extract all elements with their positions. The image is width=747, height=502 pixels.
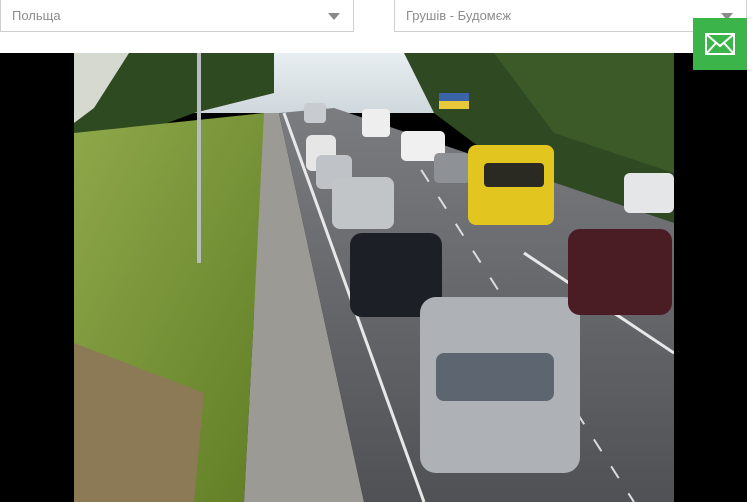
email-subscribe-button[interactable] [693,18,747,70]
chevron-down-icon [328,13,340,20]
country-select[interactable]: Польща [0,0,354,32]
envelope-icon [705,33,735,55]
crossing-select-value: Грушів - Будомєж [406,8,512,23]
country-select-value: Польща [12,8,61,23]
camera-feed [0,53,747,502]
camera-image [74,53,674,502]
